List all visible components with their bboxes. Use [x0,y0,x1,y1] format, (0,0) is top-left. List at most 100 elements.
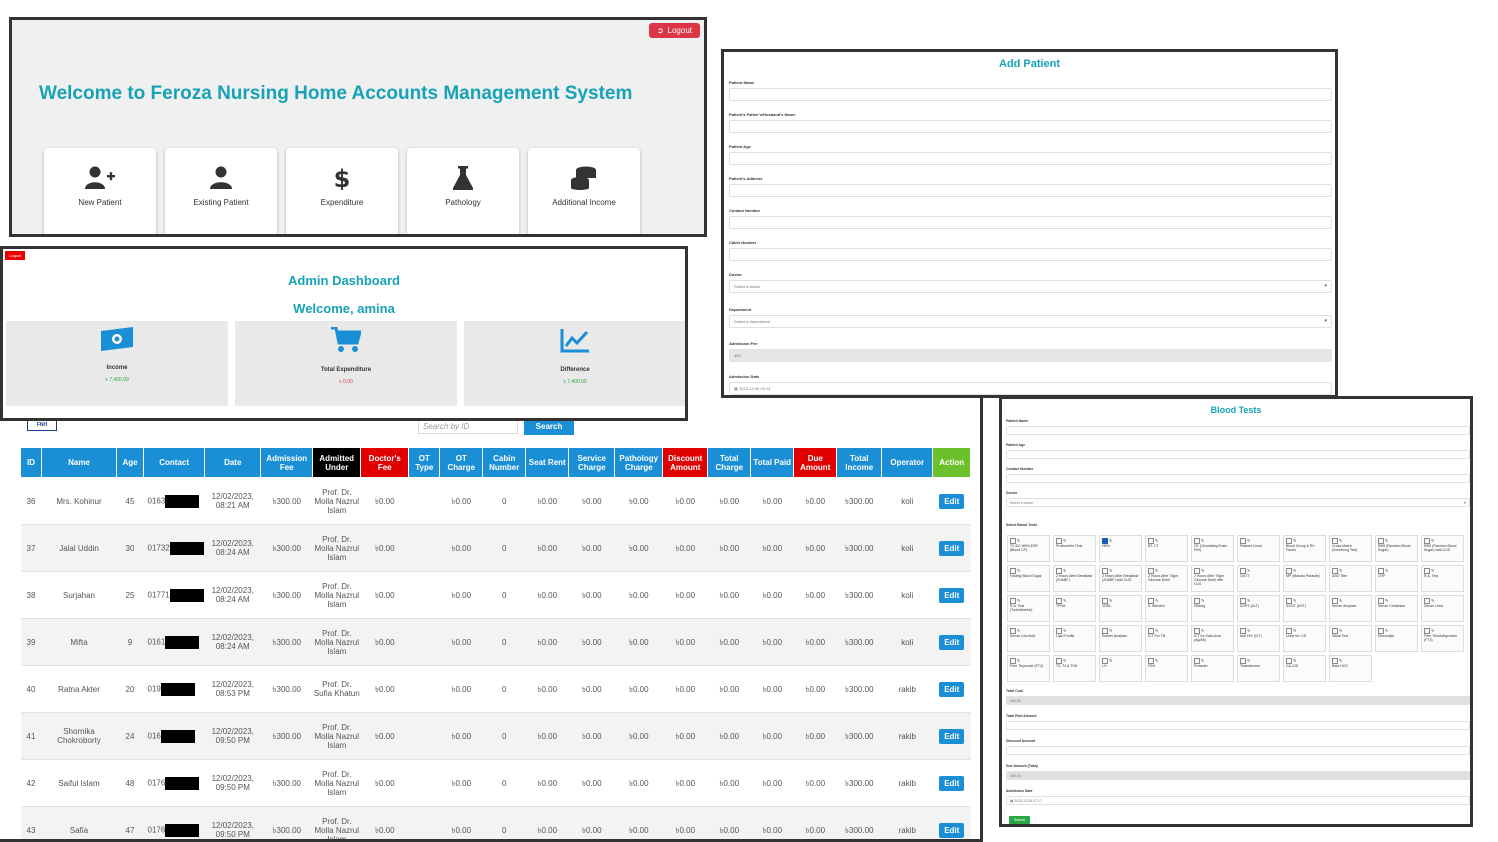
test-option[interactable]: ✎ BT, CT [1145,535,1188,562]
pencil-icon[interactable]: ✎ [1017,598,1020,603]
pencil-icon[interactable]: ✎ [1385,568,1388,573]
test-option[interactable]: ✎ SGPT (ALT) [1237,595,1280,622]
text-input[interactable] [1006,474,1470,483]
test-option[interactable]: ✎ TC,DC,HB%,ESR (Blood CP) [1007,535,1050,562]
logout-button[interactable]: ➲ Logout [648,23,700,38]
pencil-icon[interactable]: ✎ [1017,658,1020,663]
pencil-icon[interactable]: ✎ [1109,658,1112,663]
test-option[interactable]: ✎ Electrolyte [1375,625,1418,652]
edit-button[interactable]: Edit [939,775,965,791]
edit-button[interactable]: Edit [939,587,965,603]
test-option[interactable]: ✎ CE (Circulating Eosin Phil) [1191,535,1234,562]
pencil-icon[interactable]: ✎ [1385,538,1388,543]
test-option[interactable]: ✎ HBsAg [1191,595,1234,622]
text-input[interactable] [729,88,1332,101]
test-option[interactable]: ✎ Fasting Blood Sugar [1007,565,1050,592]
test-option[interactable]: ✎ 2 Hours After 75gm Glucose Drink with C… [1191,565,1234,592]
pencil-icon[interactable]: ✎ [1431,538,1434,543]
pencil-icon[interactable]: ✎ [1155,658,1158,663]
test-option[interactable]: ✎ Serum Uric Acid [1007,625,1050,652]
pencil-icon[interactable]: ✎ [1063,598,1066,603]
test-option[interactable]: ✎ MP (Malaria Parasite) [1283,565,1326,592]
text-input[interactable] [729,184,1332,197]
text-input[interactable] [1006,426,1470,435]
test-option[interactable]: ✎ Lipid Profile [1053,625,1096,652]
pencil-icon[interactable]: ✎ [1201,628,1204,633]
pencil-icon[interactable]: ✎ [1155,598,1158,603]
test-option[interactable]: ✎ Prothombin Time [1053,535,1096,562]
pencil-icon[interactable]: ✎ [1293,568,1296,573]
pencil-icon[interactable]: ✎ [1385,628,1388,633]
text-input[interactable] [729,120,1332,133]
pencil-icon[interactable]: ✎ [1339,658,1342,663]
pencil-icon[interactable]: ✎ [1339,538,1342,543]
test-option[interactable]: ✎ VDRL [1099,595,1142,622]
test-option[interactable]: ✎ CA-125 [1283,655,1326,682]
pencil-icon[interactable]: ✎ [1339,568,1342,573]
logout-button[interactable]: Logout [5,251,26,260]
test-option[interactable]: ✎ OGTT [1237,565,1280,592]
test-option[interactable]: ✎ T3, T4 & TSH [1053,655,1096,682]
test-option[interactable]: ✎ FSH [1145,655,1188,682]
pencil-icon[interactable]: ✎ [1247,568,1250,573]
pencil-icon[interactable]: ✎ [1063,568,1066,573]
pencil-icon[interactable]: ✎ [1063,658,1066,663]
test-option[interactable]: ✎ SGOT (AST) [1283,595,1326,622]
pencil-icon[interactable]: ✎ [1063,628,1066,633]
pencil-icon[interactable]: ✎ [1063,538,1066,543]
test-option[interactable]: ✎ RBS (Random Blood Sugar) [1375,535,1418,562]
date-input[interactable]: ▦ 2023-12-05 07:17 [1006,796,1470,805]
existing-patient-card[interactable]: Existing Patient [165,148,277,234]
pencil-icon[interactable]: ✎ [1431,628,1434,633]
pencil-icon[interactable]: ✎ [1431,598,1434,603]
pencil-icon[interactable]: ✎ [1109,568,1112,573]
pencil-icon[interactable]: ✎ [1431,568,1434,573]
test-option[interactable]: ✎ Widal Test [1329,625,1372,652]
test-option[interactable]: ✎ 2 Hours After Breakfast (2HABF) [1053,565,1096,592]
test-option[interactable]: ✎ Prolactin [1191,655,1234,682]
test-option[interactable]: ✎ Blood Group & Rh Factor [1283,535,1326,562]
text-input[interactable] [1006,746,1470,755]
edit-button[interactable]: Edit [939,634,965,650]
test-option[interactable]: ✎ S. Bilirubin [1145,595,1188,622]
pencil-icon[interactable]: ✎ [1155,538,1158,543]
test-option[interactable]: ✎ Testosterone [1237,655,1280,682]
pencil-icon[interactable]: ✎ [1017,538,1020,543]
test-option[interactable]: ✎ Beta HCG [1329,655,1372,682]
pencil-icon[interactable]: ✎ [1247,598,1250,603]
test-option[interactable]: ✎ TPHA [1053,595,1096,622]
pathology-card[interactable]: Pathology [407,148,519,234]
pencil-icon[interactable]: ✎ [1339,628,1342,633]
test-option[interactable]: ✎ Urine for C/S [1283,625,1326,652]
pencil-icon[interactable]: ✎ [1017,628,1020,633]
edit-button[interactable]: Edit [939,540,965,556]
test-option[interactable]: ✎ HB% [1099,535,1142,562]
test-option[interactable]: ✎ Platelet Count [1237,535,1280,562]
text-input[interactable] [1006,721,1470,730]
test-option[interactable]: ✎ Serum Amylase [1329,595,1372,622]
test-option[interactable]: ✎ Serum Creatinine [1375,595,1418,622]
text-input[interactable] [729,216,1332,229]
test-option[interactable]: ✎ Free Thyroxine (FT4) [1007,655,1050,682]
pencil-icon[interactable]: ✎ [1201,598,1204,603]
test-option[interactable]: ✎ R.A. Test (Turbidimetric) [1007,595,1050,622]
pencil-icon[interactable]: ✎ [1109,538,1112,543]
pencil-icon[interactable]: ✎ [1293,538,1296,543]
test-option[interactable]: ✎ 2 Hours After 75gm Glucose Drink [1145,565,1188,592]
pencil-icon[interactable]: ✎ [1385,598,1388,603]
date-input[interactable]: ▦ 2023-12-06 00:14 [729,382,1332,395]
edit-button[interactable]: Edit [939,681,965,697]
text-input[interactable] [1006,450,1470,459]
pencil-icon[interactable]: ✎ [1109,598,1112,603]
select-input[interactable]: Select a doctor ▾ [1006,498,1470,507]
text-input[interactable] [729,248,1332,261]
pencil-icon[interactable]: ✎ [1201,658,1204,663]
pencil-icon[interactable]: ✎ [1155,628,1158,633]
pencil-icon[interactable]: ✎ [1247,538,1250,543]
additional-income-card[interactable]: Additional Income [528,148,640,234]
pencil-icon[interactable]: ✎ [1109,628,1112,633]
pencil-icon[interactable]: ✎ [1155,568,1158,573]
select-input[interactable]: Select a doctor ▾ [729,280,1332,293]
expenditure-card[interactable]: $ Expenditure [286,148,398,234]
test-option[interactable]: ✎ 2 Hours After Breakfast (2HABF) with CU… [1099,565,1142,592]
